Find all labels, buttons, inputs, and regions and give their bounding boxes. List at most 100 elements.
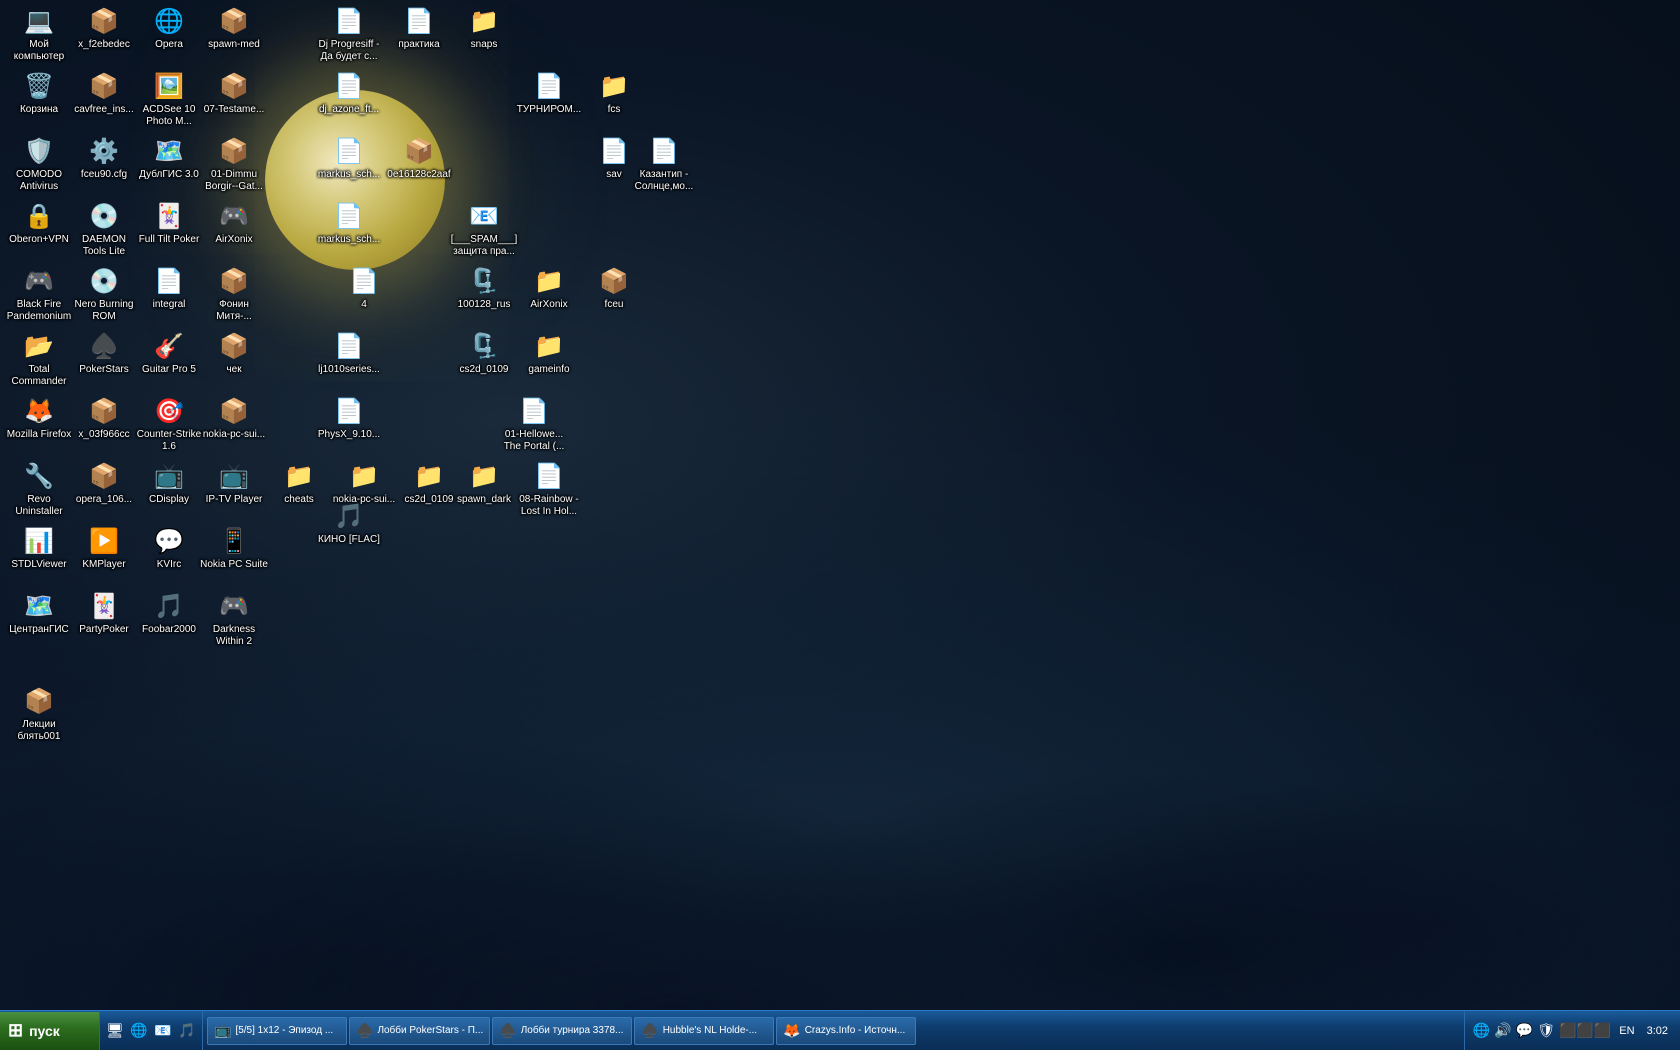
desktop-icon-gameinfo[interactable]: 📁gameinfo: [515, 330, 583, 376]
desktop-icon-airxonix2[interactable]: 📁AirXonix: [515, 265, 583, 311]
desktop-icon-airxonix[interactable]: 🎮AirXonix: [200, 200, 268, 246]
taskbar-item-label-0: [5/5] 1x12 - Эпизод ...: [235, 1025, 333, 1036]
tray-network-icon[interactable]: 🌐: [1473, 1022, 1490, 1039]
ql-browser[interactable]: 🌐: [128, 1020, 150, 1042]
desktop-icon-nokia-pc-suite[interactable]: 📱Nokia PC Suite: [200, 525, 268, 571]
desktop-icon-spawn-med[interactable]: 📦spawn-med: [200, 5, 268, 51]
desktop-icon-integral[interactable]: 📄integral: [135, 265, 203, 311]
desktop-icon-black-fire[interactable]: 🎮Black Fire Pandemonium: [5, 265, 73, 323]
desktop-icon-07-testame[interactable]: 📦07-Testame...: [200, 70, 268, 116]
desktop-icon-kmplayer[interactable]: ▶️KMPlayer: [70, 525, 138, 571]
desktop-icon-fonin-mitya[interactable]: 📦Фонин Митя-...: [200, 265, 268, 323]
ql-show-desktop[interactable]: 🖥: [104, 1020, 126, 1042]
desktop-icon-opera_106[interactable]: 📦opera_106...: [70, 460, 138, 506]
spawn-med-icon: 📦: [218, 5, 250, 37]
desktop-icon-mozilla-firefox[interactable]: 🦊Mozilla Firefox: [5, 395, 73, 441]
desktop-icon-nokia-pc-sui[interactable]: 📦nokia-pc-sui...: [200, 395, 268, 441]
desktop-icon-dj-progresiff[interactable]: 📄Dj Progresiff - Да будет с...: [315, 5, 383, 63]
kino-flac-label: КИНО [FLAC]: [318, 534, 380, 546]
desktop-icon-dublysgis[interactable]: 🗺️ДублГИС 3.0: [135, 135, 203, 181]
desktop-icon-comodo[interactable]: 🛡️COMODO Antivirus: [5, 135, 73, 193]
desktop-icon-my-computer[interactable]: 💻Мой компьютер: [5, 5, 73, 63]
desktop-icon-lektsii[interactable]: 📦Лекции блять001: [5, 685, 73, 743]
snaps-label: snaps: [471, 39, 498, 51]
black-fire-label: Black Fire Pandemonium: [5, 299, 73, 323]
desktop-icon-total-commander[interactable]: 📂Total Commander: [5, 330, 73, 388]
comodo-label: COMODO Antivirus: [5, 169, 73, 193]
desktop-icon-oberon-vpn[interactable]: 🔒Oberon+VPN: [5, 200, 73, 246]
desktop-icon-praktika[interactable]: 📄практика: [385, 5, 453, 51]
desktop-icon-acdsee[interactable]: 🖼️ACDSee 10 Photo M...: [135, 70, 203, 128]
taskbar-item-2[interactable]: ♠️Лобби турнира 3378...: [492, 1017, 632, 1045]
desktop-icon-full-tilt-poker[interactable]: 🃏Full Tilt Poker: [135, 200, 203, 246]
tray-antivirus-icon[interactable]: 🛡: [1537, 1022, 1555, 1039]
ip-tv-player-label: IP-TV Player: [206, 494, 263, 506]
desktop-icon-cavfree_ins[interactable]: 📦cavfree_ins...: [70, 70, 138, 116]
taskbar-item-icon-0: 📺: [214, 1022, 231, 1039]
desktop-icon-kazantip[interactable]: 📄Казантип - Солнце,мо...: [630, 135, 698, 193]
desktop-icon-kino-flac[interactable]: 🎵 КИНО [FLAC]: [315, 500, 383, 546]
desktop-icon-08-rainbow[interactable]: 📄08-Rainbow - Lost In Hol...: [515, 460, 583, 518]
my-computer-label: Мой компьютер: [5, 39, 73, 63]
tray-clock[interactable]: 3:02: [1643, 1025, 1672, 1037]
desktop-icon-snaps[interactable]: 📁snaps: [450, 5, 518, 51]
desktop-icon-ip-tv-player[interactable]: 📺IP-TV Player: [200, 460, 268, 506]
desktop-icon-fceu2[interactable]: 📦fceu: [580, 265, 648, 311]
desktop-icon-turnir[interactable]: 📄ТУРНИРОМ...: [515, 70, 583, 116]
opera_106-icon: 📦: [88, 460, 120, 492]
desktop-icon-fceu90cfg[interactable]: ⚙️fceu90.cfg: [70, 135, 138, 181]
desktop-icon-x_03f966cc[interactable]: 📦x_03f966cc: [70, 395, 138, 441]
desktop-icon-lj1010series[interactable]: 📄lj1010series...: [315, 330, 383, 376]
desktop-icon-kvirc[interactable]: 💬KVIrc: [135, 525, 203, 571]
sav-label: sav: [606, 169, 622, 181]
desktop-icon-stdlviewer[interactable]: 📊STDLViewer: [5, 525, 73, 571]
desktop-icon-0e16128c2aaf[interactable]: 📦0e16128c2aaf: [385, 135, 453, 181]
integral-icon: 📄: [153, 265, 185, 297]
desktop-icon-physx[interactable]: 📄PhysX_9.10...: [315, 395, 383, 441]
desktop-icon-daemon-tools[interactable]: 💿DAEMON Tools Lite: [70, 200, 138, 258]
desktop-icon-darkness-within-2[interactable]: 🎮Darkness Within 2: [200, 590, 268, 648]
kino-flac-icon: 🎵: [333, 500, 365, 532]
tray-sound-icon[interactable]: 🔊: [1494, 1022, 1511, 1039]
ql-email[interactable]: 📧: [152, 1020, 174, 1042]
desktop-icon-spawn_dark[interactable]: 📁spawn_dark: [450, 460, 518, 506]
desktop-icon-num4[interactable]: 📄4: [330, 265, 398, 311]
taskbar-item-0[interactable]: 📺 [5/5] 1x12 - Эпизод ...: [207, 1017, 347, 1045]
desktop-icon-nero-burning[interactable]: 💿Nero Burning ROM: [70, 265, 138, 323]
desktop-icon-opera[interactable]: 🌐Opera: [135, 5, 203, 51]
kazantip-label: Казантип - Солнце,мо...: [630, 169, 698, 193]
desktop-icon-foobar2000[interactable]: 🎵Foobar2000: [135, 590, 203, 636]
taskbar-item-4[interactable]: 🦊Crazys.Info - Источн...: [776, 1017, 916, 1045]
desktop-icon-pokerstars[interactable]: ♠️PokerStars: [70, 330, 138, 376]
desktop-icon-01-hellowe[interactable]: 📄01-Hellowe... The Portal (...: [500, 395, 568, 453]
desktop-icon-markus_sch2[interactable]: 📄markus_sch...: [315, 200, 383, 246]
start-button[interactable]: ⊞ пуск: [0, 1012, 100, 1050]
0e16128c2aaf-label: 0e16128c2aaf: [387, 169, 450, 181]
desktop-icon-markus_sch[interactable]: 📄markus_sch...: [315, 135, 383, 181]
taskbar-item-1[interactable]: ♠️Лобби PokerStars - П...: [349, 1017, 490, 1045]
desktop-icon-cdisplay[interactable]: 📺CDisplay: [135, 460, 203, 506]
desktop-icon-01-dimmu[interactable]: 📦01-Dimmu Borgir--Gat...: [200, 135, 268, 193]
desktop-icon-spam-zaschita[interactable]: 📧[___SPAM___] защита пра...: [450, 200, 518, 258]
desktop-icon-guitar-pro-5[interactable]: 🎸Guitar Pro 5: [135, 330, 203, 376]
ql-media[interactable]: 🎵: [176, 1020, 198, 1042]
tray-chat-icon[interactable]: 💬: [1516, 1022, 1533, 1039]
gameinfo-icon: 📁: [533, 330, 565, 362]
desktop-icon-100128_rus[interactable]: 🗜️100128_rus: [450, 265, 518, 311]
tray-language[interactable]: EN: [1615, 1025, 1638, 1037]
desktop-icon-x_f2ebedec[interactable]: 📦x_f2ebedec: [70, 5, 138, 51]
desktop-icon-fcs[interactable]: 📁fcs: [580, 70, 648, 116]
desktop-icon-counter-strike[interactable]: 🎯Counter-Strike 1.6: [135, 395, 203, 453]
x_03f966cc-icon: 📦: [88, 395, 120, 427]
nokia-pc-sui-label: nokia-pc-sui...: [203, 429, 265, 441]
centralgis-label: ЦентранГИС: [9, 624, 69, 636]
taskbar-item-3[interactable]: ♠️Hubble's NL Holde-...: [634, 1017, 774, 1045]
desktop-icon-partypoker[interactable]: 🃏PartyPoker: [70, 590, 138, 636]
desktop-icon-centralgis[interactable]: 🗺️ЦентранГИС: [5, 590, 73, 636]
opera-icon: 🌐: [153, 5, 185, 37]
desktop-icon-chek[interactable]: 📦чек: [200, 330, 268, 376]
desktop-icon-korzina[interactable]: 🗑️Корзина: [5, 70, 73, 116]
desktop-icon-cs2d_0109[interactable]: 🗜️cs2d_0109: [450, 330, 518, 376]
desktop-icon-dj_azone_ft[interactable]: 📄dj_azone_ft...: [315, 70, 383, 116]
desktop-icon-revo-uninstaller[interactable]: 🔧Revo Uninstaller: [5, 460, 73, 518]
